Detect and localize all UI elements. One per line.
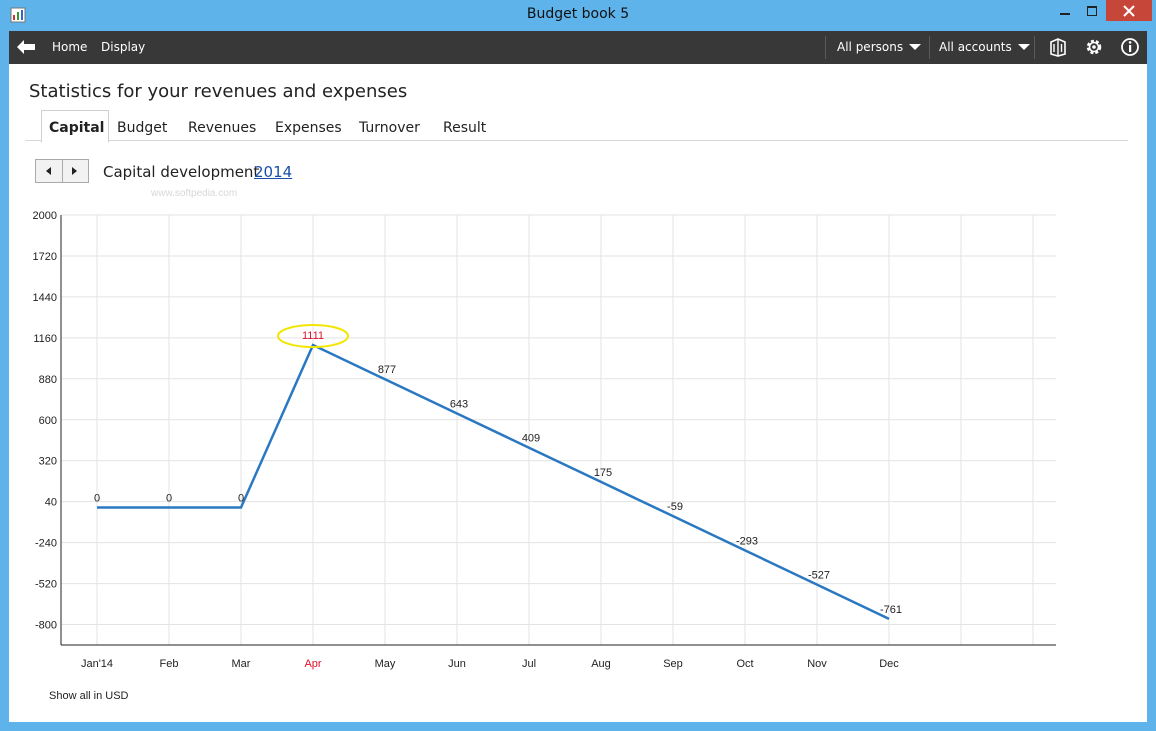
menu-display[interactable]: Display [101, 40, 145, 54]
persons-dropdown-label: All persons [837, 40, 904, 54]
x-tick-label: Jan'14 [81, 658, 113, 670]
y-tick-label: -240 [35, 538, 57, 550]
menu-separator [1034, 36, 1035, 59]
y-tick-label: 40 [45, 497, 57, 509]
accounts-dropdown-label: All accounts [939, 40, 1012, 54]
menu-bar: Home Display All persons All accounts [9, 31, 1147, 64]
y-tick-label: 2000 [33, 210, 57, 222]
data-label: 0 [94, 493, 100, 505]
x-tick-label: Apr [304, 658, 321, 670]
x-tick-label: Jun [448, 658, 466, 670]
title-bar: Budget book 5 [0, 0, 1156, 31]
y-tick-label: 1160 [33, 333, 57, 345]
app-window: Budget book 5 Home Display All persons A… [0, 0, 1156, 731]
x-tick-label: May [375, 658, 396, 670]
menu-separator [929, 36, 930, 59]
data-label: -293 [736, 535, 758, 547]
y-tick-label: 1440 [33, 292, 57, 304]
capital-chart: 2000 1720 1440 1160 880 600 320 40 -240 -520 -800 J… [33, 210, 1056, 670]
data-label: 1111 [302, 330, 324, 342]
data-label: -527 [808, 570, 830, 582]
data-label: 643 [450, 398, 468, 410]
info-icon[interactable] [1120, 37, 1140, 57]
data-label: 0 [166, 493, 172, 505]
series-line [97, 343, 890, 620]
x-tick-label: Sep [663, 658, 683, 670]
close-icon [1123, 4, 1135, 17]
x-tick-label: Feb [160, 658, 179, 670]
data-label: 409 [522, 433, 540, 445]
y-tick-label: 600 [39, 415, 57, 427]
accounts-dropdown[interactable]: All accounts [939, 40, 1030, 54]
back-arrow-icon[interactable] [17, 40, 35, 54]
x-tick-label: Oct [736, 658, 753, 670]
menu-separator [825, 36, 826, 59]
data-label: -761 [880, 604, 902, 616]
data-label: 0 [238, 493, 244, 505]
chevron-down-icon [1017, 44, 1030, 50]
menu-home[interactable]: Home [52, 40, 87, 54]
x-tick-label: Jul [522, 658, 536, 670]
data-label: 877 [378, 364, 396, 376]
book-icon[interactable] [1048, 37, 1068, 57]
y-tick-label: -800 [35, 620, 57, 632]
x-tick-label: Dec [879, 658, 899, 670]
minimize-icon [1060, 12, 1070, 15]
y-tick-label: -520 [35, 579, 57, 591]
persons-dropdown[interactable]: All persons [837, 40, 922, 54]
window-title: Budget book 5 [526, 6, 630, 22]
data-label: 175 [594, 467, 612, 479]
y-tick-label: 880 [39, 374, 57, 386]
main-content: Statistics for your revenues and expense… [9, 64, 1147, 722]
y-tick-label: 1720 [33, 251, 57, 263]
maximize-button[interactable] [1079, 0, 1105, 21]
x-tick-label: Mar [232, 658, 251, 670]
close-button[interactable] [1106, 0, 1152, 21]
currency-note: Show all in USD [49, 690, 129, 702]
gear-icon[interactable] [1084, 37, 1104, 57]
x-tick-label: Nov [807, 658, 827, 670]
chevron-down-icon [909, 44, 922, 50]
maximize-icon [1087, 5, 1097, 16]
x-tick-label: Aug [591, 658, 611, 670]
data-label: -59 [667, 501, 683, 513]
minimize-button[interactable] [1052, 0, 1078, 21]
y-tick-label: 320 [39, 456, 57, 468]
